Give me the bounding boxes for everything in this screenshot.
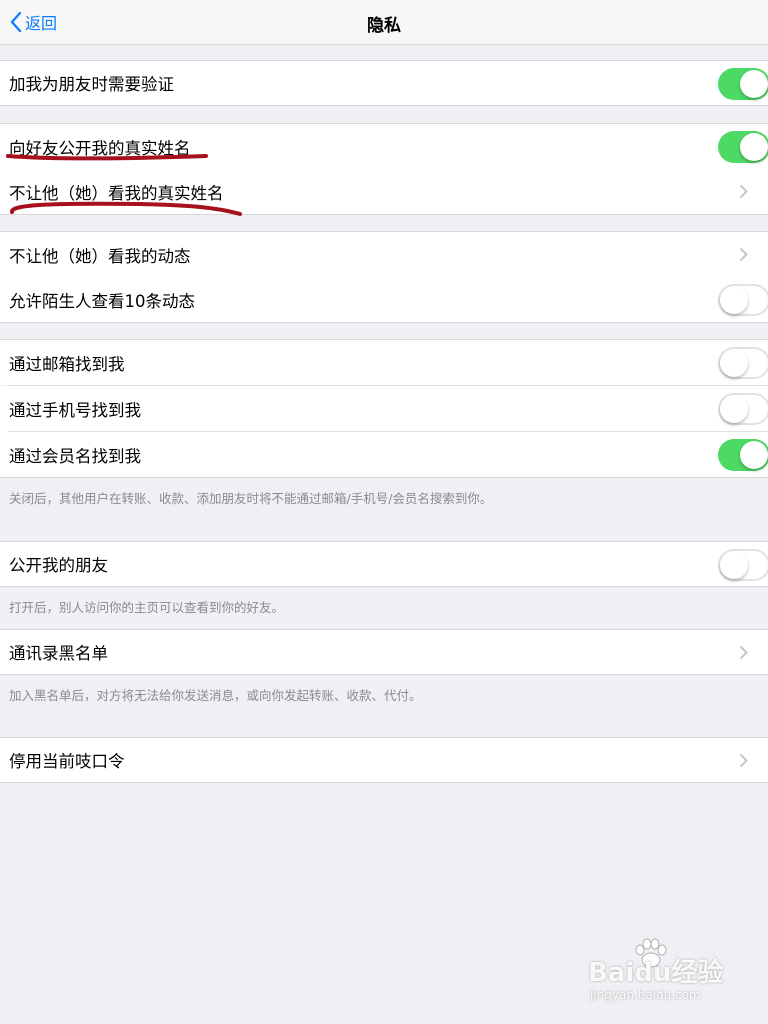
friends-footer-note: 打开后，别人访问你的主页可以查看到你的好友。 [9,600,285,615]
watermark-url: jingyan.baidu.com [590,988,701,1002]
row-disable-password-code[interactable]: 停用当前吱口令 [0,737,768,783]
page-title: 隐私 [367,16,401,36]
row-label: 通讯录黑名单 [9,644,108,663]
row-hide-real-name[interactable]: 不让他（她）看我的真实姓名 [0,169,768,215]
search-footer-note: 关闭后，其他用户在转账、收款、添加朋友时将不能通过邮箱/手机号/会员名搜索到你。 [9,491,493,506]
friend-verification-toggle[interactable] [718,68,768,100]
find-by-email-toggle[interactable] [718,347,768,379]
navigation-bar: 返回 隐私 [0,0,768,45]
row-find-by-email[interactable]: 通过邮箱找到我 [0,339,768,385]
toggle-knob [740,133,768,161]
paw-logo-icon [635,938,667,968]
toggle-knob [740,441,768,469]
row-find-by-member-name[interactable]: 通过会员名找到我 [0,432,768,478]
stranger-moments-toggle[interactable] [718,284,768,316]
watermark-main-text: Baidu经验 [588,958,724,988]
chevron-right-icon [739,645,748,660]
row-label: 允许陌生人查看10条动态 [9,291,195,311]
blacklist-footer-note: 加入黑名单后，对方将无法给你发送消息，或向你发起转账、收款、代付。 [9,688,422,703]
toggle-knob [720,395,748,423]
row-label: 加我为朋友时需要验证 [9,75,174,94]
chevron-right-icon [739,247,748,262]
row-label: 通过会员名找到我 [9,446,141,466]
row-label: 向好友公开我的真实姓名 [9,138,191,158]
toggle-knob [740,70,768,98]
row-show-friends[interactable]: 公开我的朋友 [0,541,768,587]
find-by-member-name-toggle[interactable] [718,439,768,471]
toggle-knob [720,349,748,377]
find-by-phone-toggle[interactable] [718,393,768,425]
row-label: 公开我的朋友 [9,556,108,575]
show-real-name-toggle[interactable] [718,131,768,163]
row-label: 不让他（她）看我的动态 [9,246,191,266]
row-hide-moments[interactable]: 不让他（她）看我的动态 [0,231,768,277]
baidu-watermark: Baidu经验 jingyan.baidu.com [588,938,758,1010]
row-label: 停用当前吱口令 [9,752,125,771]
chevron-right-icon [739,184,748,199]
row-stranger-moments[interactable]: 允许陌生人查看10条动态 [0,277,768,323]
row-label: 不让他（她）看我的真实姓名 [9,183,224,203]
toggle-knob [720,286,748,314]
row-friend-verification[interactable]: 加我为朋友时需要验证 [0,60,768,106]
row-show-real-name[interactable]: 向好友公开我的真实姓名 [0,123,768,169]
row-label: 通过邮箱找到我 [9,354,125,374]
row-label: 通过手机号找到我 [9,401,141,420]
row-find-by-phone[interactable]: 通过手机号找到我 [0,386,768,432]
row-contacts-blacklist[interactable]: 通讯录黑名单 [0,629,768,675]
toggle-knob [720,551,748,579]
show-friends-toggle[interactable] [718,549,768,581]
chevron-right-icon [739,753,748,768]
